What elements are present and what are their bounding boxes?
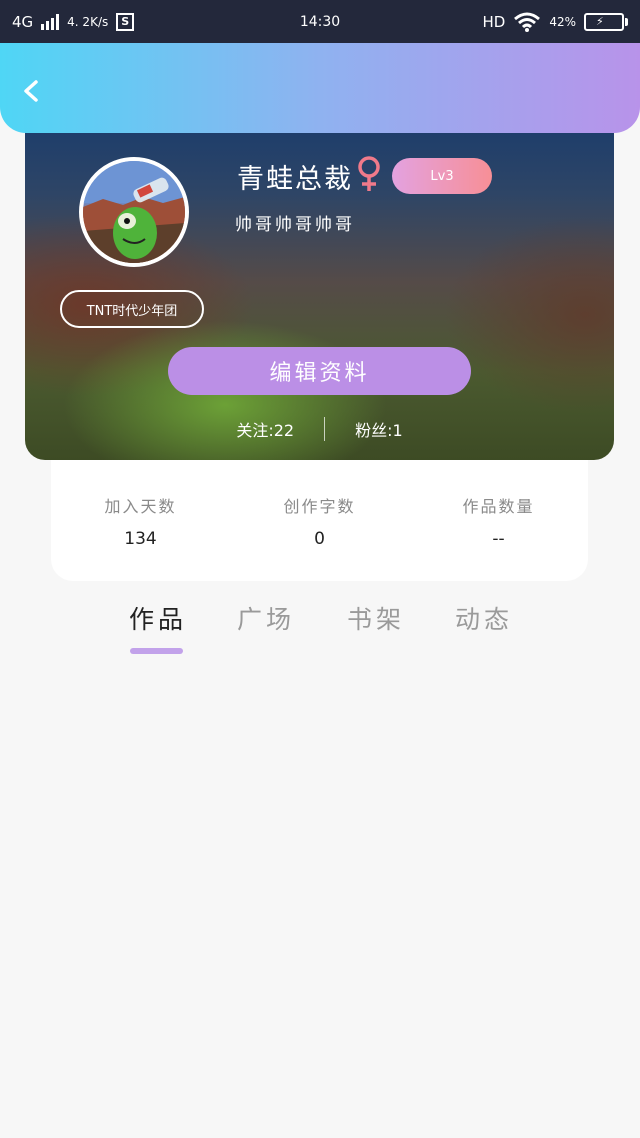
tab-bookshelf[interactable]: 书架 [347,600,405,636]
battery-icon: ⚡ [584,12,628,31]
tab-activity[interactable]: 动态 [455,600,513,636]
stat-work-count: 作品数量 -- [409,460,588,581]
follow-stats: 关注:22 粉丝:1 [25,415,614,443]
stat-value: -- [492,529,505,549]
avatar-image [83,161,185,263]
tab-works[interactable]: 作品 [129,600,187,636]
female-icon [358,156,380,191]
stats-card: 加入天数 134 创作字数 0 作品数量 -- [51,460,588,581]
clock: 14:30 [299,13,341,30]
stat-value: 134 [124,529,157,549]
back-arrow-icon[interactable] [20,79,44,103]
level-badge: Lv3 [392,158,492,194]
stat-word-count: 创作字数 0 [230,460,409,581]
stat-join-days: 加入天数 134 [51,460,230,581]
tab-bar: 作品 广场 书架 动态 [0,600,640,660]
status-bar: 4G 4. 2K/s S 14:30 HD 42% ⚡ [0,0,640,43]
following-count[interactable]: 关注:22 [236,417,294,441]
active-tab-indicator [130,648,183,654]
followers-count[interactable]: 粉丝:1 [355,417,403,441]
divider [324,417,326,441]
username: 青蛙总裁 [237,164,353,195]
stat-label: 创作字数 [283,497,356,516]
stat-value: 0 [314,529,325,549]
profile-card: 青蛙总裁 Lv3 帅哥帅哥帅哥 TNT时代少年团 编辑资料 关注:22 粉丝:1 [25,105,614,460]
stat-label: 作品数量 [462,497,535,516]
tab-square[interactable]: 广场 [237,600,295,636]
avatar[interactable] [79,157,189,267]
group-tag[interactable]: TNT时代少年团 [60,290,204,328]
header [0,43,640,133]
stat-label: 加入天数 [104,497,177,516]
edit-profile-button[interactable]: 编辑资料 [168,347,471,395]
signature: 帅哥帅哥帅哥 [235,215,355,235]
